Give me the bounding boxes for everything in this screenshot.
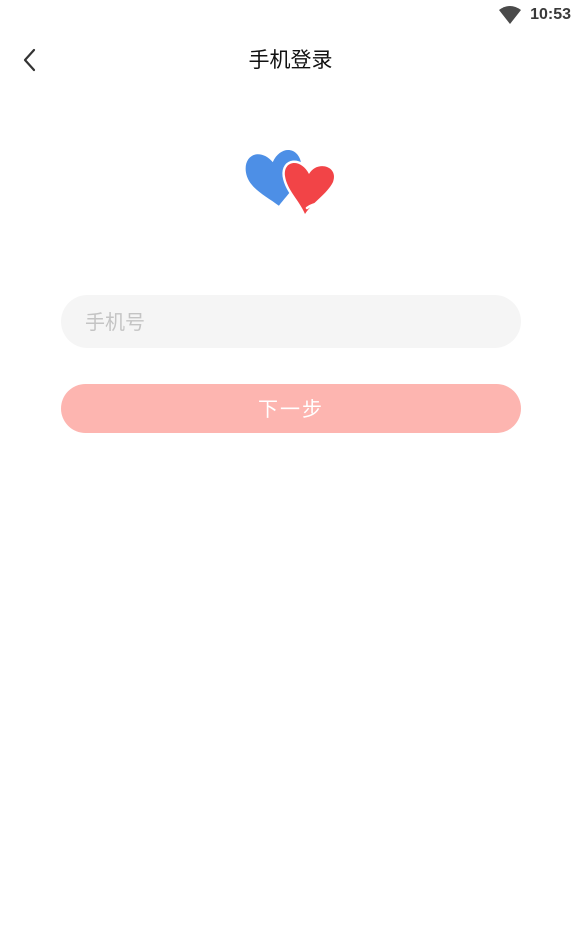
header: 手机登录: [0, 38, 581, 82]
status-time: 10:53: [530, 6, 571, 23]
next-button[interactable]: 下一步: [61, 384, 521, 433]
status-bar: 10:53: [0, 0, 581, 30]
phone-input[interactable]: [61, 295, 521, 348]
wifi-icon: [499, 6, 521, 24]
page-title: 手机登录: [248, 48, 333, 72]
twin-hearts-logo: [245, 150, 337, 220]
